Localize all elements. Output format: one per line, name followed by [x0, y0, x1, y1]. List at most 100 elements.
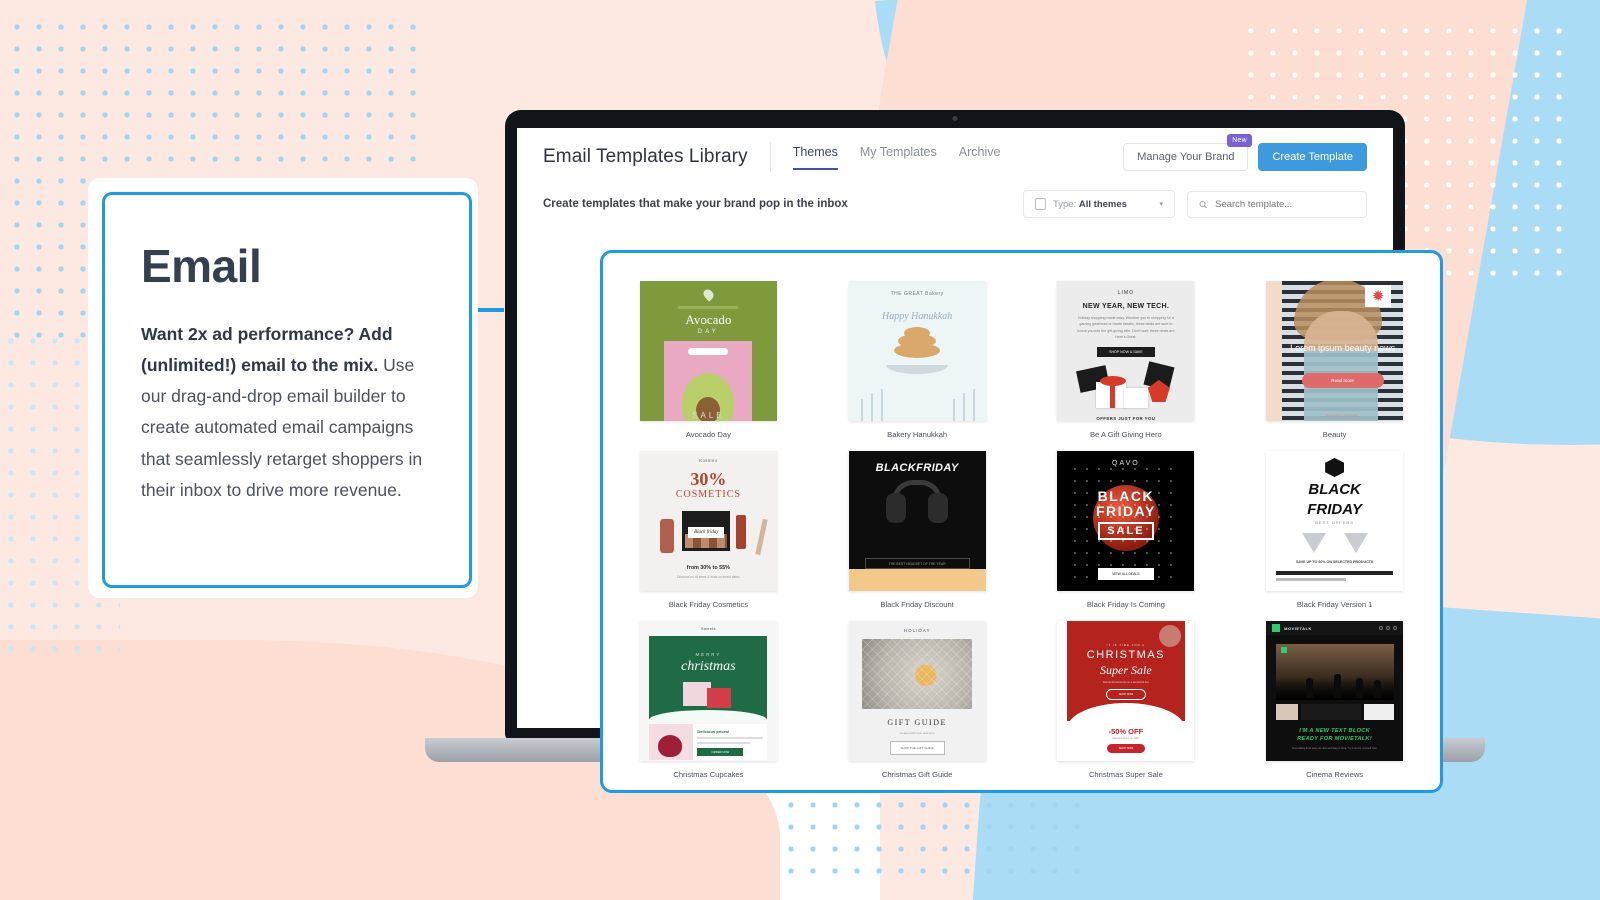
template-thumbnail[interactable]: BLACK FRIDAY BEST OFFERS SAVE UP TO 60% …	[1266, 451, 1404, 591]
template-card-christmas-gift-guide[interactable]: HOLIDAY GIFT GUIDE curated with love and…	[848, 621, 987, 779]
feature-body: Want 2x ad performance? Add (unlimited!)…	[141, 319, 433, 506]
cupcake-photo	[649, 724, 694, 760]
template-thumbnail[interactable]: IT IS TIME FOR A CHRISTMAS Super Sale Wo…	[1057, 621, 1195, 761]
thumb-logo: QAVO	[1112, 460, 1140, 467]
thumb-sub: Text editing is as easy as click and dra…	[1292, 746, 1378, 750]
thumb-sub: curated with love and care	[899, 731, 935, 735]
thumb-brand: Kosmeo	[699, 458, 718, 463]
play-badge-icon	[1280, 647, 1287, 653]
app-header: Email Templates Library Themes My Templa…	[517, 128, 1393, 218]
thumb-hero-photo	[1275, 644, 1394, 700]
header-actions: Manage Your Brand New Create Template	[1123, 134, 1367, 171]
template-thumbnail[interactable]: BLACKFRIDAY THE BEST HEADSET OF THE YEAR	[848, 451, 986, 591]
thumb-offer-block: Delicious prices! ORDER NOW	[693, 724, 767, 760]
template-card-black-friday-discount[interactable]: BLACKFRIDAY THE BEST HEADSET OF THE YEAR…	[848, 451, 987, 609]
thumb-script: christmas	[681, 659, 736, 674]
template-thumbnail[interactable]: THE GREAT Bakery Happy Hanukkah	[848, 281, 986, 421]
template-card-cinema-reviews[interactable]: MOVIETALK I'M A NEW TEXT BLOCK READY FOR…	[1265, 621, 1404, 779]
brand-mark-icon	[1272, 624, 1281, 632]
thumb-line2: READY FOR MOVIETALK!	[1297, 736, 1373, 743]
thumb-sale-text: SALE	[692, 411, 725, 420]
thumb-band: THE BEST HEADSET OF THE YEAR	[864, 558, 970, 569]
manage-your-brand-button[interactable]: Manage Your Brand	[1123, 143, 1249, 171]
template-label: Christmas Gift Guide	[881, 770, 953, 779]
leaf-icon	[701, 287, 716, 302]
template-thumbnail[interactable]: LIMO NEW YEAR, NEW TECH. Holiday shoppin…	[1057, 281, 1195, 421]
template-thumbnail[interactable]: Avocado DAY SALE	[639, 281, 777, 421]
template-thumbnail[interactable]: HOLIDAY GIFT GUIDE curated with love and…	[848, 621, 986, 761]
template-thumbnail[interactable]: ✹ Lorem ipsum beauty news Read more Beau…	[1266, 281, 1404, 421]
thumb-subfooter: Discount on all items & ends on select d…	[677, 575, 740, 579]
template-card-avocado-day[interactable]: Avocado DAY SALE Avocado Day	[639, 281, 778, 439]
square-icon	[1035, 198, 1046, 210]
template-grid-card: Avocado DAY SALE Avocado Day THE GREAT B…	[600, 250, 1443, 793]
thumb-offer-sub: Selected items on Sale!	[1112, 737, 1140, 740]
header-filters: Type: All themes ▾	[1023, 190, 1367, 218]
feature-body-rest: Use our drag-and-drop email builder to c…	[141, 355, 423, 500]
template-label: Christmas Cupcakes	[673, 770, 744, 779]
tab-themes[interactable]: Themes	[792, 145, 838, 170]
model-figure	[1303, 311, 1378, 421]
thumb-cta: SHOP NOW	[1106, 744, 1145, 753]
search-input[interactable]	[1215, 198, 1355, 210]
search-box[interactable]	[1187, 190, 1367, 218]
dot-texture	[1069, 463, 1183, 579]
template-card-beauty[interactable]: ✹ Lorem ipsum beauty news Read more Beau…	[1265, 281, 1404, 439]
template-label: Be A Gift Giving Hero	[1089, 430, 1162, 439]
thumb-script: Black friday	[688, 527, 725, 538]
template-card-black-friday-cosmetics[interactable]: Kosmeo 30% COSMETICS Black friday from 3…	[639, 451, 778, 609]
template-thumbnail[interactable]: Kosmeo 30% COSMETICS Black friday from 3…	[639, 451, 777, 591]
thumb-line2: FRIDAY	[1307, 501, 1362, 518]
gift-boxes-icon	[1066, 361, 1186, 408]
thumb-footer-block	[848, 569, 986, 591]
app-header-sub-row: Create templates that make your brand po…	[543, 190, 1367, 218]
template-card-black-friday-version-1[interactable]: BLACK FRIDAY BEST OFFERS SAVE UP TO 60% …	[1265, 451, 1404, 609]
template-card-black-friday-is-coming[interactable]: QAVO BLACK FRIDAY SALE VIEW ALL DEALS Bl…	[1057, 451, 1196, 609]
template-card-christmas-super-sale[interactable]: IT IS TIME FOR A CHRISTMAS Super Sale Wo…	[1057, 621, 1196, 779]
thumb-pill-button	[688, 348, 729, 355]
template-label: Beauty	[1322, 430, 1347, 439]
thumb-percent: 30%	[690, 469, 727, 489]
thumb-button: SHOP THE GIFT GUIDE	[889, 741, 945, 755]
template-label: Black Friday Is Coming	[1086, 600, 1165, 609]
thumb-button: VIEW ALL DEALS	[1097, 568, 1154, 580]
thumb-footer: Beauty cosmetic	[1325, 413, 1360, 418]
create-template-button[interactable]: Create Template	[1258, 143, 1367, 171]
template-card-bakery-hanukkah[interactable]: THE GREAT Bakery Happy Hanukkah Bakery H…	[848, 281, 987, 439]
thumb-sub: BEST OFFERS	[1315, 520, 1354, 525]
menorah-icon	[849, 379, 986, 421]
gift-box-icon-2	[707, 688, 732, 708]
thumb-line1: BLACK	[1308, 481, 1361, 498]
thumb-headline: GIFT GUIDE	[887, 718, 947, 727]
thumb-hero: MERRY christmas	[649, 636, 768, 720]
template-thumbnail[interactable]: MOVIETALK I'M A NEW TEXT BLOCK READY FOR…	[1266, 621, 1404, 761]
thumb-button: Read more	[1301, 373, 1384, 388]
search-icon	[1199, 200, 1207, 208]
type-filter-prefix: Type:	[1053, 198, 1077, 210]
template-grid: Avocado DAY SALE Avocado Day THE GREAT B…	[639, 281, 1404, 779]
thumb-brand: HOLIDAY	[903, 628, 931, 633]
tab-archive[interactable]: Archive	[959, 145, 1001, 170]
brand-logo-icon	[1325, 458, 1345, 477]
type-filter-dropdown[interactable]: Type: All themes ▾	[1023, 190, 1175, 218]
thumb-script: Super Sale	[1100, 663, 1152, 677]
template-card-christmas-cupcakes[interactable]: Sweets MERRY christmas Delicious prices!…	[639, 621, 778, 779]
template-thumbnail[interactable]: QAVO BLACK FRIDAY SALE VIEW ALL DEALS	[1057, 451, 1195, 591]
thumb-offer: -50% OFF	[1108, 727, 1144, 736]
template-card-be-a-gift-giving-hero[interactable]: LIMO NEW YEAR, NEW TECH. Holiday shoppin…	[1057, 281, 1196, 439]
main-nav: Themes My Templates Archive	[792, 145, 1001, 170]
thumb-merry: MERRY	[695, 652, 722, 657]
thumb-offer: Delicious prices!	[697, 729, 730, 734]
thumb-subtitle: DAY	[697, 329, 719, 335]
tab-my-templates[interactable]: My Templates	[860, 145, 937, 170]
divider	[678, 306, 739, 309]
thumb-text-block: I'M A NEW TEXT BLOCK READY FOR MOVIETALK…	[1297, 727, 1372, 744]
thumb-script: Happy Hanukkah	[881, 311, 953, 322]
thumb-footer: OFFERS JUST FOR YOU	[1096, 416, 1156, 421]
new-badge: New	[1227, 134, 1252, 147]
template-thumbnail[interactable]: Sweets MERRY christmas Delicious prices!…	[639, 621, 777, 761]
donut-stack-icon	[886, 327, 949, 374]
thumb-button: ORDER NOW	[697, 748, 744, 756]
thumb-headline: Lorem ipsum beauty news	[1290, 343, 1396, 353]
template-label: Avocado Day	[685, 430, 731, 439]
